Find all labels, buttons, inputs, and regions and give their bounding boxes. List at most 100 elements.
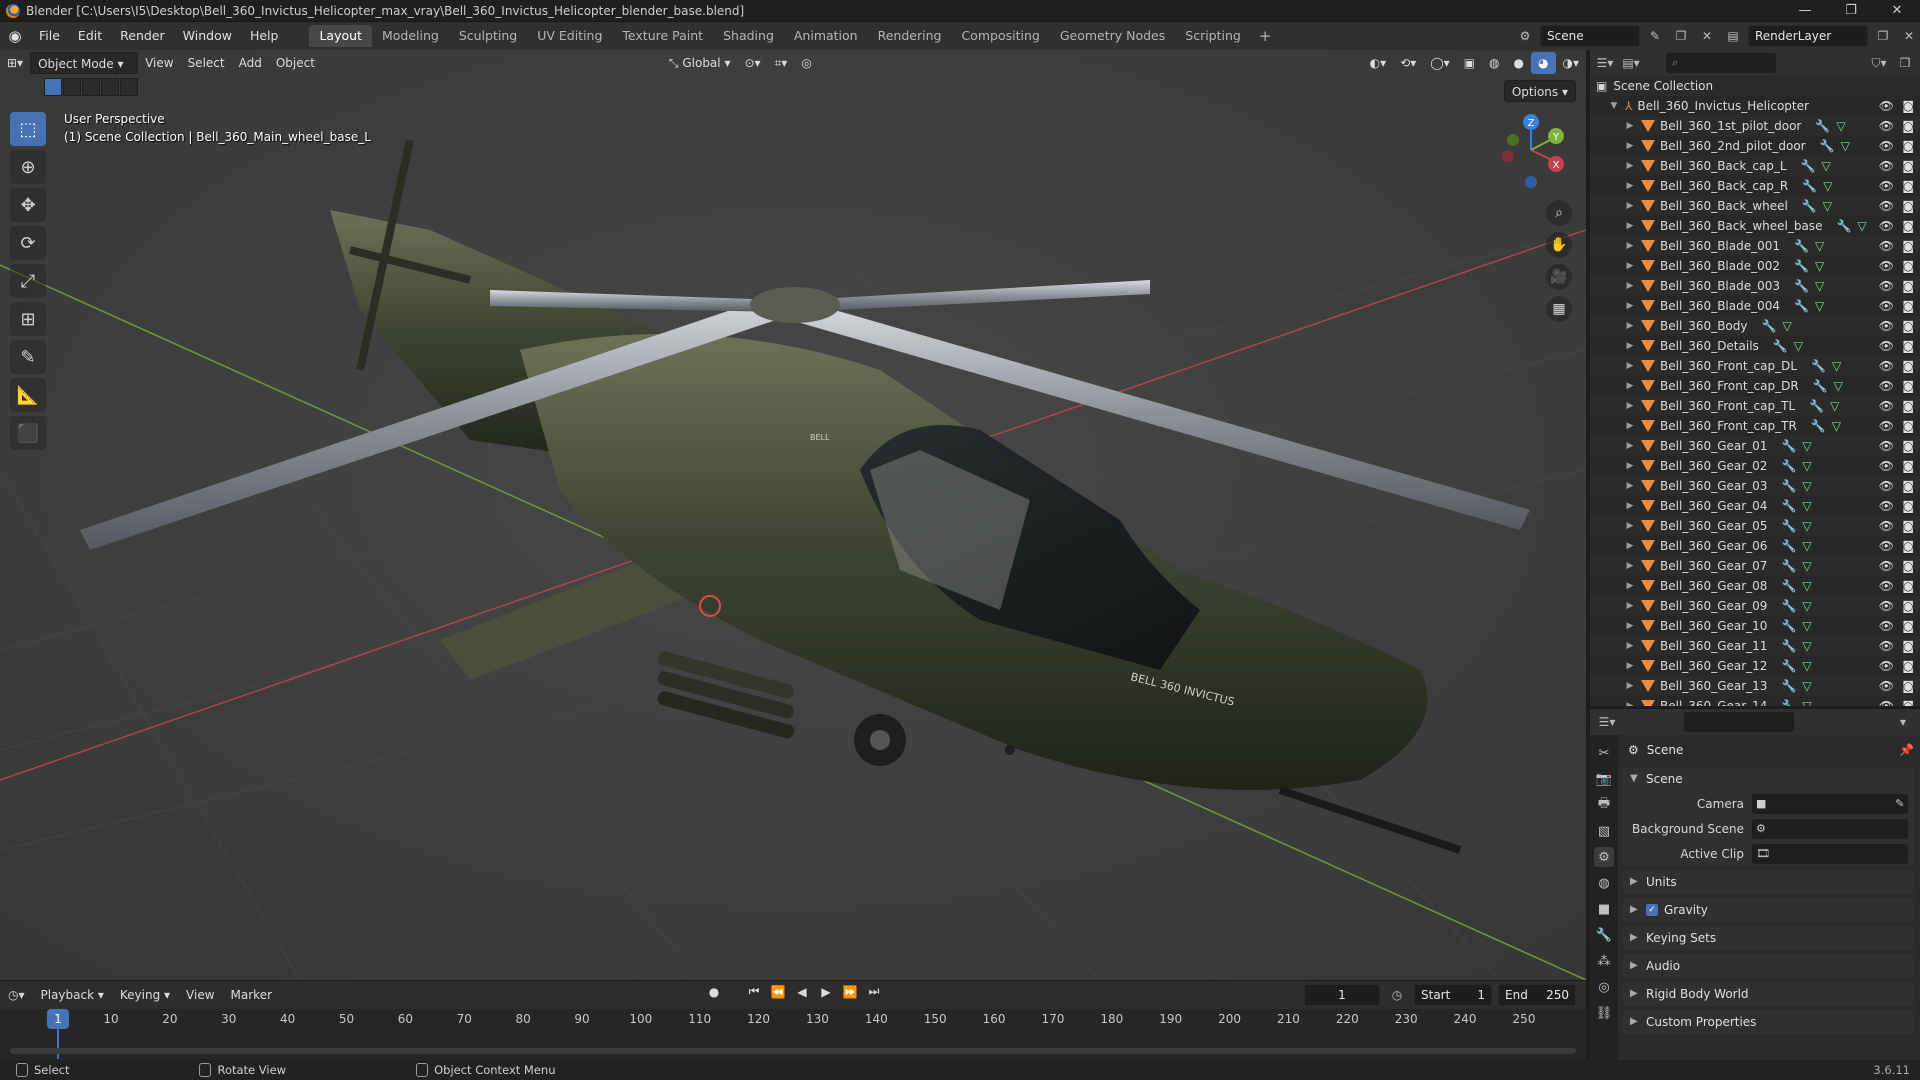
visibility-eye-icon[interactable]: 👁 (1879, 559, 1894, 573)
root-object-row[interactable]: ▼ ⅄ Bell_360_Invictus_Helicopter 👁 ◙ (1590, 96, 1920, 116)
outliner-object-row[interactable]: ▶ Bell_360_Gear_02 🔧 ▽ 👁 ◙ (1590, 456, 1920, 476)
visibility-eye-icon[interactable]: 👁 (1879, 259, 1894, 273)
transform-orientation-dropdown[interactable]: ⤡ Global ▾ (662, 52, 738, 74)
collapsed-panel[interactable]: ▶ Units (1622, 870, 1914, 894)
mesh-data-icon[interactable]: ▽ (1802, 479, 1811, 493)
outliner-object-row[interactable]: ▶ Bell_360_Front_cap_DR 🔧 ▽ 👁 ◙ (1590, 376, 1920, 396)
render-camera-icon[interactable]: ◙ (1902, 259, 1914, 273)
mesh-data-icon[interactable]: ▽ (1802, 499, 1811, 513)
next-keyframe-icon[interactable]: ⏩ (841, 985, 859, 999)
visibility-eye-icon[interactable]: 👁 (1879, 679, 1894, 693)
close-button[interactable]: ✕ (1874, 0, 1920, 22)
outliner-object-row[interactable]: ▶ Bell_360_Gear_12 🔧 ▽ 👁 ◙ (1590, 656, 1920, 676)
expand-arrow-icon[interactable]: ▶ (1624, 481, 1636, 491)
expand-arrow-icon[interactable]: ▶ (1624, 421, 1636, 431)
new-scene-icon[interactable]: ❐ (1670, 25, 1692, 47)
blender-menu-icon[interactable]: ◉ (0, 27, 30, 45)
visibility-eye-icon[interactable]: 👁 (1879, 219, 1894, 233)
gizmo-toggle-icon[interactable]: ⟲▾ (1393, 52, 1423, 74)
mesh-data-icon[interactable]: ▽ (1823, 199, 1832, 213)
playhead[interactable]: 1 (47, 1009, 69, 1029)
collapsed-panel[interactable]: ▶ Audio (1622, 954, 1914, 978)
mesh-data-icon[interactable]: ▽ (1832, 419, 1841, 433)
tool-tab-icon[interactable]: ✂ (1594, 743, 1614, 763)
render-camera-icon[interactable]: ◙ (1902, 599, 1914, 613)
expand-arrow-icon[interactable]: ▶ (1624, 261, 1636, 271)
mesh-data-icon[interactable]: ▽ (1822, 159, 1831, 173)
modifier-wrench-icon[interactable]: 🔧 (1811, 419, 1826, 433)
expand-arrow-icon[interactable]: ▶ (1624, 581, 1636, 591)
expand-arrow-icon[interactable]: ▶ (1624, 281, 1636, 291)
keying-menu[interactable]: Keying ▾ (112, 988, 178, 1002)
mesh-data-icon[interactable]: ▽ (1834, 379, 1843, 393)
outliner-object-row[interactable]: ▶ Bell_360_Gear_03 🔧 ▽ 👁 ◙ (1590, 476, 1920, 496)
scene-name-field[interactable]: Scene (1540, 25, 1640, 47)
select-extend-icon[interactable] (63, 78, 81, 96)
outliner-object-row[interactable]: ▶ Bell_360_Gear_08 🔧 ▽ 👁 ◙ (1590, 576, 1920, 596)
expand-arrow-icon[interactable]: ▶ (1624, 601, 1636, 611)
outliner-object-row[interactable]: ▶ Bell_360_Gear_13 🔧 ▽ 👁 ◙ (1590, 676, 1920, 696)
modifier-wrench-icon[interactable]: 🔧 (1802, 199, 1817, 213)
collapsed-panel[interactable]: ▶ Custom Properties (1622, 1010, 1914, 1034)
expand-arrow-icon[interactable]: ▶ (1624, 461, 1636, 471)
mesh-data-icon[interactable]: ▽ (1782, 319, 1791, 333)
outliner-object-row[interactable]: ▶ Bell_360_Gear_10 🔧 ▽ 👁 ◙ (1590, 616, 1920, 636)
outliner-object-row[interactable]: ▶ Bell_360_Blade_001 🔧 ▽ 👁 ◙ (1590, 236, 1920, 256)
mesh-data-icon[interactable]: ▽ (1802, 679, 1811, 693)
outliner-object-row[interactable]: ▶ Bell_360_Gear_09 🔧 ▽ 👁 ◙ (1590, 596, 1920, 616)
particles-tab-icon[interactable]: ⁂ (1594, 951, 1614, 971)
outliner-object-row[interactable]: ▶ Bell_360_Blade_004 🔧 ▽ 👁 ◙ (1590, 296, 1920, 316)
pivot-point-icon[interactable]: ⊙▾ (737, 52, 767, 74)
expand-arrow-icon[interactable]: ▶ (1624, 501, 1636, 511)
render-camera-icon[interactable]: ◙ (1902, 339, 1914, 353)
panel-header[interactable]: ▶ Custom Properties (1622, 1010, 1914, 1034)
expand-arrow-icon[interactable]: ▶ (1624, 161, 1636, 171)
mesh-data-icon[interactable]: ▽ (1802, 439, 1811, 453)
overlays-icon[interactable]: ◯▾ (1423, 52, 1456, 74)
mesh-data-icon[interactable]: ▽ (1802, 459, 1811, 473)
mesh-data-icon[interactable]: ▽ (1802, 539, 1811, 553)
visibility-eye-icon[interactable]: 👁 (1879, 339, 1894, 353)
render-camera-icon[interactable]: ◙ (1902, 479, 1914, 493)
tab-modeling[interactable]: Modeling (372, 25, 449, 47)
expand-arrow-icon[interactable]: ▶ (1624, 701, 1636, 706)
add-cube-tool-icon[interactable]: ⬛ (10, 416, 46, 450)
modifier-wrench-icon[interactable]: 🔧 (1815, 119, 1830, 133)
jump-start-icon[interactable]: ⏮ (745, 984, 763, 999)
render-camera-icon[interactable]: ◙ (1902, 179, 1914, 193)
neg-z-axis-handle[interactable] (1525, 176, 1537, 188)
visibility-eye-icon[interactable]: 👁 (1879, 199, 1894, 213)
scene-collection-row[interactable]: ▣ Scene Collection (1590, 76, 1920, 96)
panel-header[interactable]: ▶ ✓ Gravity (1622, 898, 1914, 922)
panel-header[interactable]: ▶ Rigid Body World (1622, 982, 1914, 1006)
mesh-data-icon[interactable]: ▽ (1802, 659, 1811, 673)
frame-ruler[interactable]: 10 20 30 40 50 60 70 80 90 100 110 120 130 140 150 160 1… (0, 1009, 1586, 1059)
expand-arrow-icon[interactable]: ▶ (1624, 441, 1636, 451)
visibility-eye-icon[interactable]: 👁 (1879, 159, 1894, 173)
outliner-object-row[interactable]: ▶ Bell_360_Blade_002 🔧 ▽ 👁 ◙ (1590, 256, 1920, 276)
render-camera-icon[interactable]: ◙ (1902, 399, 1914, 413)
render-camera-icon[interactable]: ◙ (1902, 419, 1914, 433)
visibility-eye-icon[interactable]: 👁 (1879, 619, 1894, 633)
visibility-eye-icon[interactable]: 👁 (1879, 319, 1894, 333)
constraints-tab-icon[interactable]: ⛓ (1594, 1003, 1614, 1023)
collapsed-panel[interactable]: ▶ ✓ Gravity (1622, 898, 1914, 922)
select-subtract-icon[interactable] (82, 78, 100, 96)
render-camera-icon[interactable]: ◙ (1902, 539, 1914, 553)
outliner-object-row[interactable]: ▶ Bell_360_Back_cap_L 🔧 ▽ 👁 ◙ (1590, 156, 1920, 176)
active-clip-field[interactable]: 🎞 (1752, 843, 1908, 864)
modifier-wrench-icon[interactable]: 🔧 (1781, 599, 1796, 613)
output-tab-icon[interactable]: 🖶 (1594, 795, 1614, 815)
material-shading-icon[interactable]: ◕ (1531, 52, 1556, 74)
expand-arrow-icon[interactable]: ▶ (1624, 181, 1636, 191)
new-view-layer-icon[interactable]: ❐ (1872, 25, 1894, 47)
modifier-wrench-icon[interactable]: 🔧 (1781, 699, 1796, 706)
proportional-edit-icon[interactable]: ◎ (794, 52, 818, 74)
expand-arrow-icon[interactable]: ▶ (1624, 321, 1636, 331)
ortho-grid-icon[interactable]: ▦ (1546, 296, 1572, 322)
menu-render[interactable]: Render (111, 22, 174, 50)
scene-panel-header[interactable]: ▼ Scene (1622, 767, 1914, 791)
collapsed-panel[interactable]: ▶ Rigid Body World (1622, 982, 1914, 1006)
visibility-eye-icon[interactable]: 👁 (1879, 599, 1894, 613)
menu-window[interactable]: Window (174, 22, 241, 50)
